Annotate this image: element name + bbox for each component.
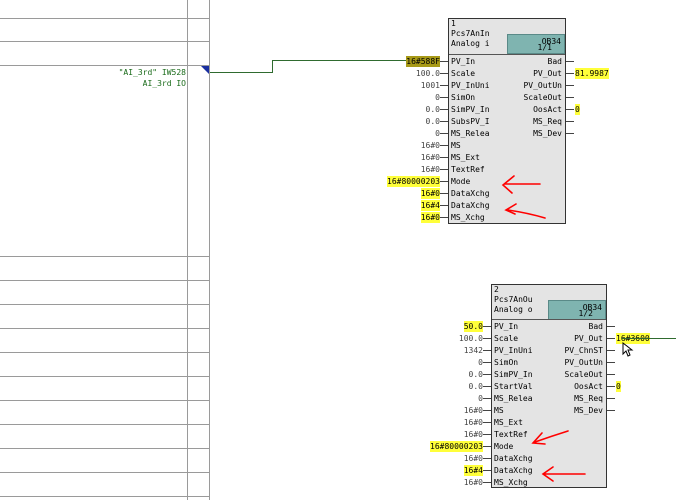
annotation-layer bbox=[501, 175, 586, 482]
mouse-cursor-icon bbox=[622, 342, 634, 357]
annotation-arrow-1 bbox=[501, 175, 541, 194]
annotation-arrow-2 bbox=[504, 203, 546, 219]
annotation-arrow-3 bbox=[531, 430, 569, 445]
annotation-arrow-4 bbox=[541, 466, 586, 482]
